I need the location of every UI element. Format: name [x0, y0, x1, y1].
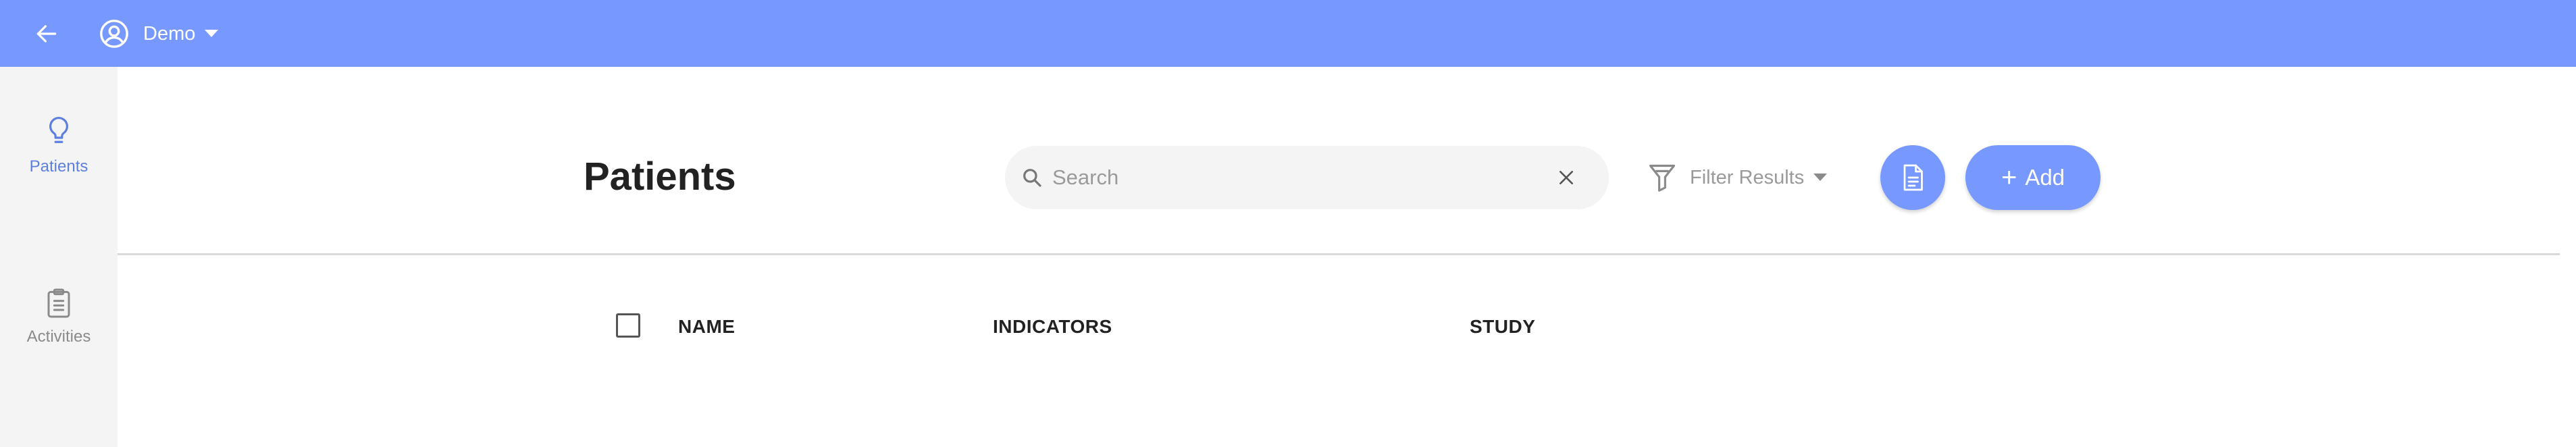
top-app-bar: Demo: [0, 0, 2576, 67]
filter-icon: [1649, 164, 1676, 192]
plus-icon: +: [2001, 163, 2017, 192]
sidebar: Patients Activities: [0, 67, 118, 447]
caret-down-icon: [1813, 174, 1828, 181]
clear-search-button[interactable]: [1551, 162, 1582, 193]
header-divider: [118, 253, 2560, 255]
caret-down-icon: [205, 30, 219, 37]
column-header-study[interactable]: STUDY: [1470, 316, 1535, 338]
add-patient-button[interactable]: + Add: [1965, 145, 2101, 210]
search-input[interactable]: [1052, 158, 1525, 197]
lightbulb-icon: [49, 116, 68, 143]
sidebar-item-label: Patients: [29, 157, 88, 176]
export-document-button[interactable]: [1880, 145, 1945, 210]
select-all-checkbox[interactable]: [616, 313, 640, 338]
column-header-indicators[interactable]: INDICATORS: [993, 316, 1112, 338]
user-name: Demo: [143, 22, 196, 45]
user-menu-button[interactable]: Demo: [99, 18, 219, 50]
search-icon: [1023, 169, 1041, 187]
column-header-name[interactable]: NAME: [678, 316, 735, 338]
back-button[interactable]: [28, 17, 65, 51]
document-icon: [1903, 164, 1923, 191]
table-header-row: NAME INDICATORS STUDY: [0, 308, 2576, 344]
filter-results-button[interactable]: Filter Results: [1648, 159, 1828, 196]
close-icon: [1560, 171, 1573, 184]
account-circle-icon: [100, 20, 128, 48]
sidebar-item-patients[interactable]: Patients: [0, 115, 118, 217]
search-bar: [1005, 146, 1609, 209]
add-button-label: Add: [2025, 165, 2065, 190]
page-title: Patients: [584, 155, 736, 199]
arrow-left-icon: [36, 25, 57, 43]
filter-results-label: Filter Results: [1690, 166, 1805, 188]
